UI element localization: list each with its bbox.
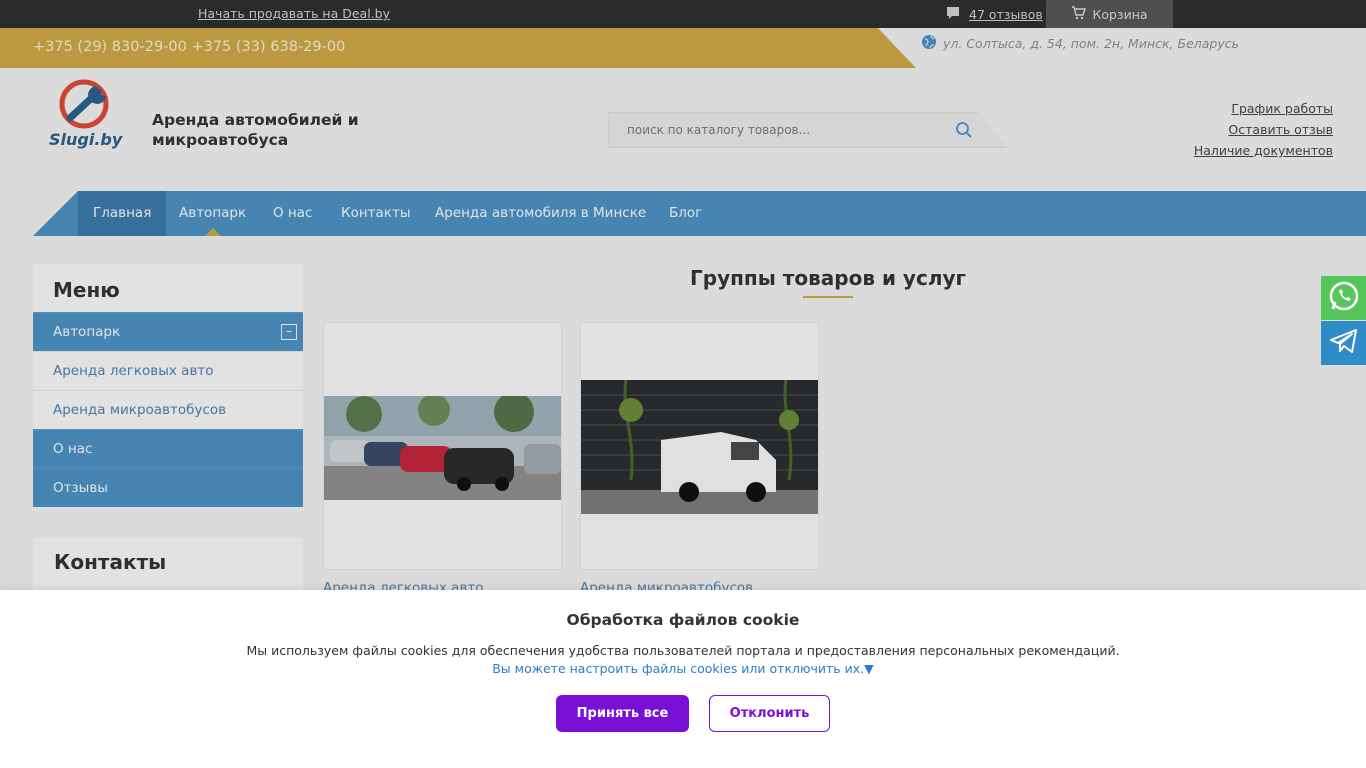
address-text: ул. Солтыса, д. 54, пом. 2н, Минск, Бела…	[943, 36, 1239, 51]
top-bar: Начать продавать на Deal.by 47 отзывов К…	[0, 0, 1366, 28]
sidebar-contacts-title: Контакты	[54, 550, 167, 574]
product-card[interactable]	[580, 322, 819, 570]
site-title: Аренда автомобилей и микроавтобуса	[152, 111, 359, 149]
sidebar-item-car-rental[interactable]: Аренда легковых авто	[33, 351, 303, 390]
title-underline	[803, 296, 853, 298]
reviews-link[interactable]: 47 отзывов	[946, 6, 1043, 23]
header-links: График работы Оставить отзыв Наличие док…	[1194, 98, 1333, 161]
sidebar-item-about[interactable]: О нас	[33, 429, 303, 468]
leave-review-link[interactable]: Оставить отзыв	[1194, 119, 1333, 140]
accept-all-button[interactable]: Принять все	[556, 695, 689, 732]
sidebar-item-reviews[interactable]: Отзывы	[33, 468, 303, 507]
cart-button[interactable]: Корзина	[1046, 0, 1173, 28]
nav-dropdown-marker	[205, 228, 221, 236]
cars-photo	[324, 392, 561, 500]
work-schedule-link[interactable]: График работы	[1194, 98, 1333, 119]
sidebar-item-fleet[interactable]: Автопарк –	[33, 312, 303, 351]
nav-item-contacts[interactable]: Контакты	[326, 191, 425, 236]
start-selling-link[interactable]: Начать продавать на Deal.by	[198, 6, 390, 21]
minus-icon[interactable]: –	[281, 324, 297, 340]
whatsapp-button[interactable]	[1321, 276, 1366, 320]
nav-item-about[interactable]: О нас	[258, 191, 327, 236]
sidebar-item-minibus-rental[interactable]: Аренда микроавтобусов	[33, 390, 303, 429]
reviews-label[interactable]: 47 отзывов	[969, 7, 1043, 22]
main-nav: Главная Автопарк О нас Контакты Аренда а…	[33, 191, 1366, 236]
phone-numbers[interactable]: +375 (29) 830-29-00 +375 (33) 638-29-00	[33, 39, 345, 55]
nav-item-car-rental-minsk[interactable]: Аренда автомобиля в Минске	[420, 191, 661, 236]
whatsapp-icon	[1328, 280, 1360, 316]
cookie-settings-link[interactable]: Вы можете настроить файлы cookies или от…	[0, 661, 1366, 676]
nav-item-home[interactable]: Главная	[78, 191, 167, 236]
telegram-icon	[1328, 325, 1360, 361]
cart-icon	[1071, 5, 1087, 23]
sidebar-item-label: Автопарк	[53, 324, 121, 340]
cookie-text: Мы используем файлы cookies для обеспече…	[246, 643, 1120, 658]
nav-item-blog[interactable]: Блог	[654, 191, 717, 236]
cart-label: Корзина	[1092, 6, 1148, 22]
telegram-button[interactable]	[1321, 321, 1366, 365]
decline-button[interactable]: Отклонить	[709, 695, 830, 732]
van-photo	[581, 379, 818, 514]
address: ул. Солтыса, д. 54, пом. 2н, Минск, Бела…	[921, 34, 1239, 53]
search-input[interactable]	[609, 113, 949, 147]
phone-band: +375 (29) 830-29-00 +375 (33) 638-29-00	[0, 28, 916, 68]
cookie-banner: Обработка файлов cookie Мы используем фа…	[0, 590, 1366, 768]
section-title: Группы товаров и услуг	[690, 266, 966, 290]
documents-link[interactable]: Наличие документов	[1194, 140, 1333, 161]
product-card[interactable]	[323, 322, 562, 570]
sidebar-menu-title: Меню	[53, 278, 120, 302]
search-box	[608, 112, 1008, 148]
logo-text: Slugi.by	[49, 130, 123, 149]
cookie-title: Обработка файлов cookie	[566, 611, 800, 629]
search-icon[interactable]	[955, 121, 973, 139]
globe-icon	[921, 34, 937, 53]
sidebar-contacts: Контакты	[33, 538, 303, 598]
chat-icon	[946, 6, 960, 23]
sidebar-menu: Меню Автопарк – Аренда легковых авто Аре…	[33, 264, 303, 507]
